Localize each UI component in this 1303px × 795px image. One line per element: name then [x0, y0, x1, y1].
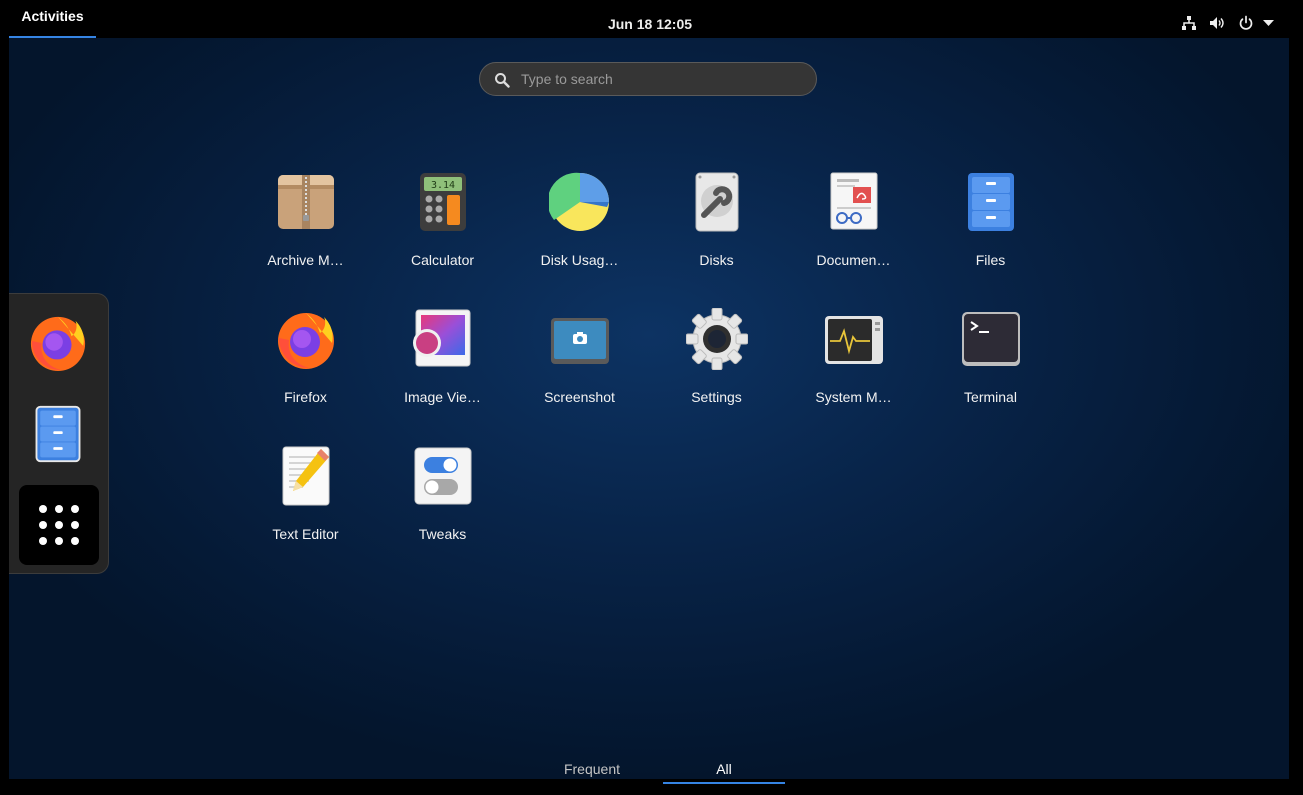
- files-icon: [35, 405, 81, 463]
- firefox-icon: [278, 313, 334, 369]
- app-label: Archive M…: [267, 252, 344, 268]
- calculator-display: 3.14: [431, 180, 455, 191]
- app-label: Terminal: [964, 389, 1017, 405]
- image-viewer-icon: [413, 309, 471, 367]
- app-calculator[interactable]: 3.14 Calculator: [374, 171, 511, 291]
- network-icon[interactable]: [1181, 15, 1197, 31]
- app-disks[interactable]: Disks: [648, 171, 785, 291]
- app-settings[interactable]: Settings: [648, 308, 785, 428]
- tab-frequent[interactable]: Frequent: [531, 758, 653, 780]
- app-label: System M…: [815, 389, 892, 405]
- app-label: Disk Usag…: [540, 252, 619, 268]
- app-disk-usage[interactable]: Disk Usag…: [511, 171, 648, 291]
- app-archive-manager[interactable]: Archive M…: [237, 171, 374, 291]
- app-tweaks[interactable]: Tweaks: [374, 445, 511, 565]
- app-text-editor[interactable]: Text Editor: [237, 445, 374, 565]
- overview: Type to search Archive M… 3.14 Calculato…: [9, 38, 1289, 784]
- top-bar: Activities Jun 18 12:05: [0, 0, 1303, 38]
- system-monitor-icon: [825, 316, 883, 364]
- disks-icon: [695, 172, 739, 232]
- dash: [9, 293, 109, 574]
- app-terminal[interactable]: Terminal: [922, 308, 1059, 428]
- show-apps-button[interactable]: [19, 485, 99, 565]
- app-files[interactable]: Files: [922, 171, 1059, 291]
- dash-item-files[interactable]: [9, 398, 109, 478]
- app-screenshot[interactable]: Screenshot: [511, 308, 648, 428]
- app-firefox[interactable]: Firefox: [237, 308, 374, 428]
- disk-usage-icon: [549, 172, 609, 231]
- app-view-tabs: Frequent All: [528, 758, 794, 786]
- app-label: Text Editor: [272, 526, 339, 542]
- search-entry[interactable]: Type to search: [479, 62, 817, 96]
- app-image-viewer[interactable]: Image Vie…: [374, 308, 511, 428]
- app-label: Settings: [691, 389, 742, 405]
- app-label: Firefox: [284, 389, 327, 405]
- app-system-monitor[interactable]: System M…: [785, 308, 922, 428]
- calculator-icon: 3.14: [420, 173, 466, 231]
- archive-manager-icon: [278, 175, 334, 229]
- screenshot-icon: [551, 318, 609, 364]
- tab-all[interactable]: All: [663, 758, 785, 784]
- document-viewer-icon: [830, 172, 878, 230]
- files-icon: [968, 173, 1014, 231]
- app-label: Files: [975, 252, 1006, 268]
- show-apps-icon: [39, 505, 79, 545]
- firefox-icon: [30, 316, 86, 372]
- search-placeholder: Type to search: [521, 71, 613, 87]
- tweaks-icon: [414, 447, 472, 505]
- app-document-viewer[interactable]: Documen…: [785, 171, 922, 291]
- app-label: Image Vie…: [404, 389, 481, 405]
- terminal-icon: [962, 312, 1020, 366]
- power-icon[interactable]: [1238, 15, 1254, 31]
- dash-item-firefox[interactable]: [9, 308, 109, 388]
- volume-icon[interactable]: [1209, 15, 1225, 31]
- search-icon: [495, 73, 510, 88]
- app-label: Disks: [699, 252, 734, 268]
- activities-label: Activities: [21, 8, 84, 24]
- app-label: Screenshot: [544, 389, 615, 405]
- text-editor-icon: [282, 446, 330, 506]
- menu-arrow-icon[interactable]: [1263, 20, 1274, 27]
- app-label: Tweaks: [418, 526, 467, 542]
- app-label: Documen…: [816, 252, 891, 268]
- settings-icon: [686, 308, 748, 370]
- activities-button[interactable]: Activities: [9, 8, 96, 38]
- app-label: Calculator: [410, 252, 475, 268]
